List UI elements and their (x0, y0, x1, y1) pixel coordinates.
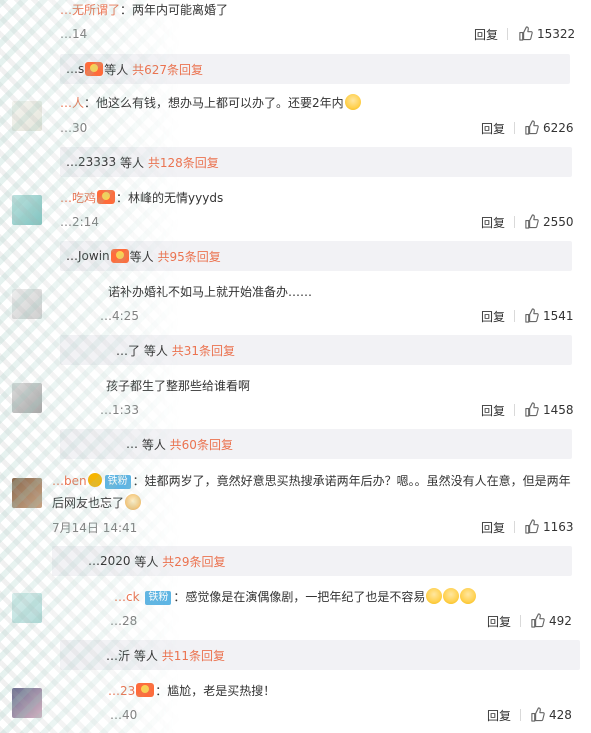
thumbs-up-icon (525, 308, 539, 323)
reply-button[interactable]: 回复 (481, 308, 505, 325)
comment-username[interactable]: …23 (108, 684, 135, 698)
action-divider (514, 216, 515, 228)
like-count: 1163 (543, 519, 574, 534)
reply-summary[interactable]: …了 等人 共31条回复 (60, 335, 572, 365)
comment-text: …无所谓了：两年内可能离婚了 (60, 3, 229, 17)
like-button[interactable]: 1541 (524, 308, 574, 323)
thumbs-up-icon (519, 26, 533, 41)
comment-username[interactable]: …吃鸡 (60, 191, 96, 205)
avatar[interactable] (12, 688, 42, 718)
vip-badge-icon (110, 249, 129, 263)
comment-list: …无所谓了：两年内可能离婚了 …14 回复 15322 …s 等人 共627条回复… (0, 0, 591, 733)
action-divider (514, 521, 515, 533)
like-button[interactable]: 1458 (524, 402, 574, 417)
vip-badge-icon (97, 190, 116, 204)
comment-time: …1:33 (100, 403, 139, 417)
reply-button[interactable]: 回复 (481, 402, 505, 419)
comment-text: 孩子都生了整那些给谁看啊 (106, 379, 251, 393)
laugh-cry-emoji-icon (443, 588, 460, 604)
view-replies-link[interactable]: 共60条回复 (170, 436, 233, 453)
thumbs-up-icon (525, 519, 539, 534)
comment-username[interactable]: …ben (52, 474, 87, 488)
like-button[interactable]: 2550 (524, 214, 574, 229)
like-count: 492 (549, 613, 572, 628)
reply-button[interactable]: 回复 (487, 613, 511, 630)
reply-summary[interactable]: …沂 等人 共11条回复 (60, 640, 580, 670)
fan-badge: 铁粉 (145, 591, 172, 605)
comment-username[interactable]: …ck (114, 590, 140, 604)
like-button[interactable]: 6226 (524, 120, 574, 135)
comment-username[interactable]: …无所谓了 (60, 3, 120, 17)
reply-button[interactable]: 回复 (481, 214, 505, 231)
like-count: 15322 (537, 26, 576, 41)
like-button[interactable]: 1163 (524, 519, 574, 534)
like-button[interactable]: 428 (530, 707, 572, 722)
comment-time: …28 (110, 614, 138, 628)
action-divider (514, 122, 515, 134)
reply-summary[interactable]: …s 等人 共627条回复 (60, 54, 570, 84)
like-count: 428 (549, 707, 572, 722)
avatar[interactable] (12, 289, 42, 319)
comment-time: …40 (110, 708, 138, 722)
vip-badge-icon (136, 683, 155, 697)
comment-text: …人：他这么有钱，想办马上都可以办了。还要2年内 (60, 92, 361, 114)
thumbs-up-icon (531, 707, 545, 722)
like-button[interactable]: 15322 (518, 26, 575, 41)
action-divider (520, 615, 521, 627)
fan-badge: 铁粉 (104, 475, 131, 489)
comment-time: …2:14 (60, 215, 99, 229)
vip-badge-icon (85, 62, 104, 76)
comment-username[interactable]: …人 (60, 96, 84, 110)
avatar[interactable] (12, 101, 42, 131)
action-divider (520, 709, 521, 721)
like-count: 6226 (543, 120, 574, 135)
comment-text: …ck 铁粉 ：感觉像是在演偶像剧，一把年纪了也是不容易 (114, 586, 477, 608)
comment-text: …吃鸡 ：林峰的无情yyyds (60, 190, 224, 205)
view-replies-link[interactable]: 共11条回复 (162, 647, 225, 664)
comment-time: 7月14日 14:41 (52, 521, 138, 535)
comment-text: …23 ：尴尬，老是买热搜！ (108, 683, 276, 698)
avatar[interactable] (12, 593, 42, 623)
laugh-cry-emoji-icon (344, 94, 361, 110)
view-replies-link[interactable]: 共31条回复 (172, 342, 235, 359)
thumbs-up-icon (525, 214, 539, 229)
like-count: 1541 (543, 308, 574, 323)
reply-button[interactable]: 回复 (487, 707, 511, 724)
reply-button[interactable]: 回复 (481, 120, 505, 137)
avatar[interactable] (12, 383, 42, 413)
avatar[interactable] (12, 195, 42, 225)
reply-summary[interactable]: …2020 等人 共29条回复 (52, 546, 572, 576)
action-divider (507, 28, 508, 40)
laugh-cry-emoji-icon (460, 588, 477, 604)
like-count: 2550 (543, 214, 574, 229)
action-divider (514, 404, 515, 416)
verified-badge-icon (87, 473, 102, 487)
avatar[interactable] (12, 478, 42, 508)
view-replies-link[interactable]: 共128条回复 (148, 154, 219, 171)
reply-summary[interactable]: …Jowin 等人 共95条回复 (60, 241, 572, 271)
reply-button[interactable]: 回复 (481, 519, 505, 536)
like-count: 1458 (543, 402, 574, 417)
laugh-cry-emoji-icon (426, 588, 443, 604)
reply-button[interactable]: 回复 (474, 26, 498, 43)
doge-emoji-icon (125, 494, 142, 510)
thumbs-up-icon (525, 120, 539, 135)
action-divider (514, 310, 515, 322)
comment-text: …ben 铁粉 ：娃都两岁了，竟然好意思买热搜承诺两年后办？嗯。。虽然没有人在意，但… (52, 473, 571, 510)
thumbs-up-icon (531, 613, 545, 628)
view-replies-link[interactable]: 共29条回复 (162, 553, 225, 570)
view-replies-link[interactable]: 共95条回复 (157, 248, 220, 265)
like-button[interactable]: 492 (530, 613, 572, 628)
comment-text: 诺补办婚礼不如马上就开始准备办…… (108, 285, 313, 299)
comment-time: …4:25 (100, 309, 139, 323)
reply-summary[interactable]: … 等人 共60条回复 (60, 429, 572, 459)
view-replies-link[interactable]: 共627条回复 (132, 61, 203, 78)
comment-time: …14 (60, 27, 88, 41)
comment-time: …30 (60, 121, 88, 135)
reply-summary[interactable]: …23333 等人 共128条回复 (60, 147, 572, 177)
thumbs-up-icon (525, 402, 539, 417)
